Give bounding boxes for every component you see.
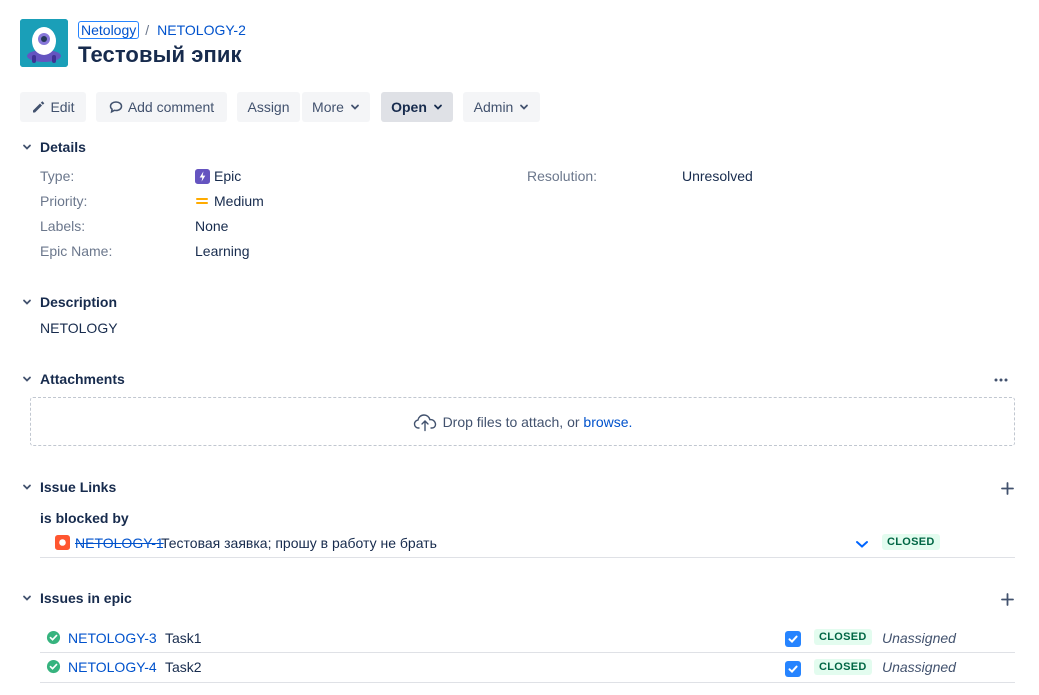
priority-low-icon bbox=[855, 537, 869, 554]
done-status-icon bbox=[46, 630, 61, 648]
linked-issue-key[interactable]: NETOLOGY-1 bbox=[75, 535, 164, 551]
browse-link[interactable]: browse. bbox=[583, 414, 632, 430]
epic-issue-key[interactable]: NETOLOGY-3 bbox=[68, 630, 157, 646]
cloud-upload-icon bbox=[413, 412, 437, 432]
project-avatar[interactable] bbox=[20, 19, 68, 67]
done-status-icon bbox=[46, 659, 61, 677]
edit-label: Edit bbox=[50, 99, 75, 115]
attachment-dropzone[interactable]: Drop files to attach, or browse. bbox=[30, 397, 1015, 446]
more-options-icon[interactable] bbox=[993, 372, 1009, 388]
linked-issue-row[interactable]: NETOLOGY-1 Тестовая заявка; прошу в рабо… bbox=[40, 531, 1015, 557]
checkbox-checked-icon[interactable] bbox=[785, 631, 801, 647]
more-label: More bbox=[312, 99, 344, 115]
chevron-down-icon bbox=[519, 102, 529, 112]
issue-links-heading: Issue Links bbox=[40, 479, 117, 495]
epic-name-value: Learning bbox=[195, 243, 250, 259]
row-divider bbox=[40, 682, 1015, 683]
description-heading: Description bbox=[40, 294, 118, 310]
status-badge: CLOSED bbox=[814, 629, 872, 645]
chevron-down-icon bbox=[20, 372, 34, 386]
attachments-section-toggle[interactable]: Attachments bbox=[20, 371, 125, 387]
open-label: Open bbox=[391, 99, 427, 115]
type-text: Epic bbox=[214, 168, 242, 184]
assignee: Unassigned bbox=[882, 630, 956, 646]
issues-in-epic-heading: Issues in epic bbox=[40, 590, 132, 606]
add-comment-label: Add comment bbox=[127, 99, 215, 115]
project-avatar-icon bbox=[20, 19, 68, 67]
linked-issue-summary[interactable]: Тестовая заявка; прошу в работу не брать bbox=[161, 535, 437, 551]
dropzone-text: Drop files to attach, or bbox=[442, 413, 584, 430]
checkbox-checked-icon[interactable] bbox=[785, 661, 801, 677]
details-section-toggle[interactable]: Details bbox=[20, 139, 86, 155]
chevron-down-icon bbox=[20, 295, 34, 309]
chevron-down-icon bbox=[20, 140, 34, 154]
more-button[interactable]: More bbox=[302, 92, 370, 122]
details-heading: Details bbox=[40, 139, 86, 155]
priority-medium-icon bbox=[195, 194, 209, 208]
breadcrumb-project-link[interactable]: Netology bbox=[78, 21, 140, 39]
status-badge: CLOSED bbox=[814, 659, 872, 675]
assignee: Unassigned bbox=[882, 659, 956, 675]
breadcrumb-issue-link[interactable]: NETOLOGY-2 bbox=[157, 22, 246, 38]
labels-label: Labels: bbox=[40, 218, 86, 234]
add-issue-icon[interactable] bbox=[999, 591, 1015, 607]
admin-label: Admin bbox=[473, 99, 514, 115]
attachments-heading: Attachments bbox=[40, 371, 125, 387]
admin-button[interactable]: Admin bbox=[463, 92, 540, 122]
assign-button[interactable]: Assign bbox=[237, 92, 300, 122]
issue-links-section-toggle[interactable]: Issue Links bbox=[20, 479, 116, 495]
resolution-value: Unresolved bbox=[682, 168, 753, 184]
epic-icon bbox=[195, 168, 210, 184]
chevron-down-icon bbox=[350, 102, 360, 112]
priority-value: Medium bbox=[195, 193, 264, 209]
epic-issue-summary[interactable]: Task2 bbox=[165, 659, 202, 675]
description-section-toggle[interactable]: Description bbox=[20, 294, 117, 310]
labels-value: None bbox=[195, 218, 229, 234]
chevron-down-icon bbox=[20, 591, 34, 605]
breadcrumb-separator: / bbox=[145, 22, 150, 38]
epic-issue-row[interactable]: NETOLOGY-3 Task1 CLOSED Unassigned bbox=[40, 624, 1015, 652]
epic-issue-row[interactable]: NETOLOGY-4 Task2 CLOSED Unassigned bbox=[40, 653, 1015, 682]
epic-name-label: Epic Name: bbox=[40, 243, 113, 259]
chevron-down-icon bbox=[433, 102, 443, 112]
comment-icon bbox=[109, 100, 123, 114]
breadcrumb: Netology / NETOLOGY-2 bbox=[78, 21, 246, 39]
type-label: Type: bbox=[40, 168, 75, 184]
link-type-label: is blocked by bbox=[40, 510, 129, 526]
edit-button[interactable]: Edit bbox=[20, 92, 86, 122]
status-badge: CLOSED bbox=[882, 534, 940, 550]
pencil-icon bbox=[31, 100, 45, 114]
description-text[interactable]: NETOLOGY bbox=[40, 320, 118, 336]
chevron-down-icon bbox=[20, 480, 34, 494]
assign-label: Assign bbox=[247, 99, 290, 115]
type-value: Epic bbox=[195, 168, 241, 184]
row-divider bbox=[40, 557, 1015, 558]
status-open-button[interactable]: Open bbox=[381, 92, 453, 122]
bug-icon bbox=[55, 535, 70, 553]
add-comment-button[interactable]: Add comment bbox=[96, 92, 227, 122]
priority-text: Medium bbox=[214, 193, 264, 209]
priority-label: Priority: bbox=[40, 193, 88, 209]
resolution-label: Resolution: bbox=[527, 168, 598, 184]
epic-issue-summary[interactable]: Task1 bbox=[165, 630, 202, 646]
page-title: Тестовый эпик bbox=[78, 42, 242, 67]
add-link-icon[interactable] bbox=[999, 480, 1015, 496]
epic-issue-key[interactable]: NETOLOGY-4 bbox=[68, 659, 157, 675]
issues-in-epic-section-toggle[interactable]: Issues in epic bbox=[20, 590, 132, 606]
